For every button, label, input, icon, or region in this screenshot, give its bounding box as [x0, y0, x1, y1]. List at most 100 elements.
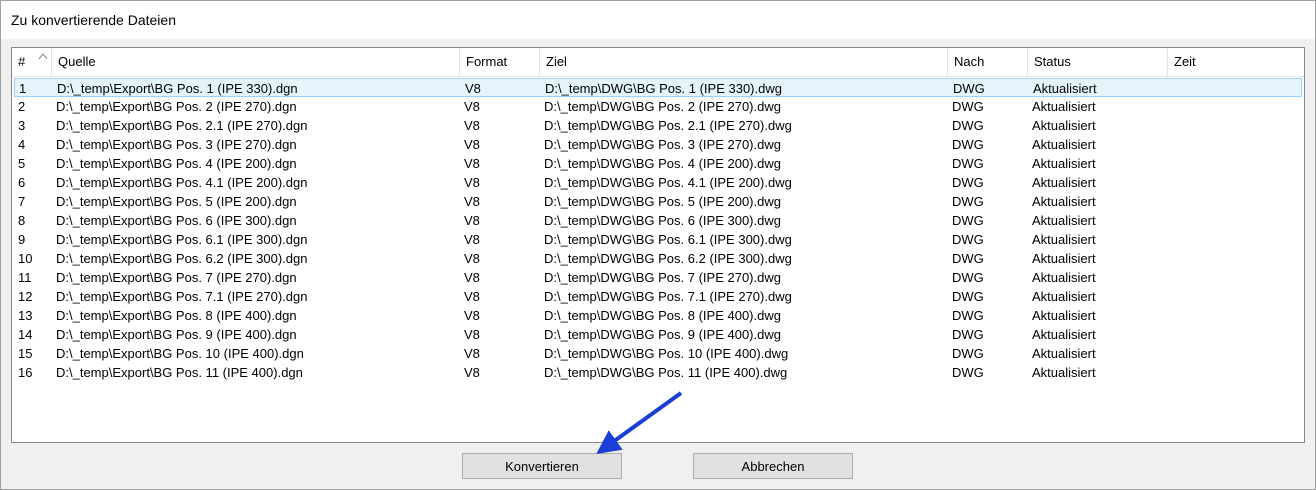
cell-source: D:\_temp\Export\BG Pos. 11 (IPE 400).dgn [56, 365, 303, 380]
title-bar: Zu konvertierende Dateien [1, 1, 1315, 39]
cell-source: D:\_temp\Export\BG Pos. 6 (IPE 300).dgn [56, 213, 297, 228]
cell-status: Aktualisiert [1032, 289, 1096, 304]
cell-num: 6 [18, 175, 26, 190]
cell-time [1173, 79, 1297, 98]
cell-status: Aktualisiert [1032, 327, 1096, 342]
cell-source: D:\_temp\Export\BG Pos. 8 (IPE 400).dgn [56, 308, 297, 323]
cell-target: D:\_temp\DWG\BG Pos. 2.1 (IPE 270).dwg [544, 118, 792, 133]
cell-num: 14 [18, 327, 33, 342]
table-row[interactable]: 14 D:\_temp\Export\BG Pos. 9 (IPE 400).dg… [14, 325, 1302, 344]
file-list[interactable]: # Quelle Format Ziel Nach Status Zeit 1 D… [11, 47, 1305, 443]
cell-status: Aktualisiert [1033, 81, 1097, 96]
cell-source: D:\_temp\Export\BG Pos. 3 (IPE 270).dgn [56, 137, 297, 152]
cell-source: D:\_temp\Export\BG Pos. 5 (IPE 200).dgn [56, 194, 297, 209]
cell-format: V8 [464, 251, 480, 266]
cell-status: Aktualisiert [1032, 175, 1096, 190]
cell-format: V8 [464, 346, 480, 361]
cell-source: D:\_temp\Export\BG Pos. 7 (IPE 270).dgn [56, 270, 297, 285]
cell-source: D:\_temp\Export\BG Pos. 2.1 (IPE 270).dg… [56, 118, 308, 133]
cell-target: D:\_temp\DWG\BG Pos. 5 (IPE 200).dwg [544, 194, 781, 209]
cell-time [1172, 268, 1296, 287]
cell-to: DWG [952, 137, 984, 152]
column-header-format[interactable]: Format [460, 48, 540, 76]
cell-format: V8 [464, 137, 480, 152]
cell-format: V8 [464, 156, 480, 171]
table-row[interactable]: 7 D:\_temp\Export\BG Pos. 5 (IPE 200).dgn… [14, 192, 1302, 211]
cell-source: D:\_temp\Export\BG Pos. 1 (IPE 330).dgn [57, 81, 298, 96]
cell-format: V8 [464, 365, 480, 380]
cell-time [1172, 211, 1296, 230]
cell-source: D:\_temp\Export\BG Pos. 10 (IPE 400).dgn [56, 346, 304, 361]
cell-time [1172, 97, 1296, 116]
column-header-to[interactable]: Nach [948, 48, 1028, 76]
cell-num: 1 [19, 81, 27, 96]
cell-time [1172, 116, 1296, 135]
cell-source: D:\_temp\Export\BG Pos. 6.2 (IPE 300).dg… [56, 251, 308, 266]
cell-format: V8 [465, 81, 481, 96]
cell-source: D:\_temp\Export\BG Pos. 4 (IPE 200).dgn [56, 156, 297, 171]
table-row[interactable]: 6 D:\_temp\Export\BG Pos. 4.1 (IPE 200).d… [14, 173, 1302, 192]
table-row[interactable]: 3 D:\_temp\Export\BG Pos. 2.1 (IPE 270).d… [14, 116, 1302, 135]
cell-target: D:\_temp\DWG\BG Pos. 4.1 (IPE 200).dwg [544, 175, 792, 190]
table-row[interactable]: 13 D:\_temp\Export\BG Pos. 8 (IPE 400).dg… [14, 306, 1302, 325]
cell-status: Aktualisiert [1032, 99, 1096, 114]
cell-status: Aktualisiert [1032, 118, 1096, 133]
table-row[interactable]: 16 D:\_temp\Export\BG Pos. 11 (IPE 400).d… [14, 363, 1302, 382]
table-row[interactable]: 9 D:\_temp\Export\BG Pos. 6.1 (IPE 300).d… [14, 230, 1302, 249]
cell-target: D:\_temp\DWG\BG Pos. 3 (IPE 270).dwg [544, 137, 781, 152]
table-row[interactable]: 2 D:\_temp\Export\BG Pos. 2 (IPE 270).dgn… [14, 97, 1302, 116]
cell-to: DWG [952, 232, 984, 247]
cell-time [1172, 344, 1296, 363]
cell-to: DWG [952, 156, 984, 171]
cell-source: D:\_temp\Export\BG Pos. 6.1 (IPE 300).dg… [56, 232, 308, 247]
column-header-time[interactable]: Zeit [1168, 48, 1304, 76]
cell-target: D:\_temp\DWG\BG Pos. 6.2 (IPE 300).dwg [544, 251, 792, 266]
table-row[interactable]: 8 D:\_temp\Export\BG Pos. 6 (IPE 300).dgn… [14, 211, 1302, 230]
cell-num: 12 [18, 289, 33, 304]
cell-target: D:\_temp\DWG\BG Pos. 7 (IPE 270).dwg [544, 270, 781, 285]
cell-time [1172, 230, 1296, 249]
table-row[interactable]: 1 D:\_temp\Export\BG Pos. 1 (IPE 330).dgn… [14, 78, 1302, 97]
cell-to: DWG [952, 194, 984, 209]
table-row[interactable]: 5 D:\_temp\Export\BG Pos. 4 (IPE 200).dgn… [14, 154, 1302, 173]
cell-to: DWG [952, 327, 984, 342]
table-row[interactable]: 11 D:\_temp\Export\BG Pos. 7 (IPE 270).dg… [14, 268, 1302, 287]
cell-time [1172, 192, 1296, 211]
cell-time [1172, 363, 1296, 382]
column-header-num-label: # [18, 54, 26, 69]
cell-status: Aktualisiert [1032, 308, 1096, 323]
cell-time [1172, 287, 1296, 306]
column-header-num[interactable]: # [12, 48, 52, 76]
cell-target: D:\_temp\DWG\BG Pos. 7.1 (IPE 270).dwg [544, 289, 792, 304]
cell-source: D:\_temp\Export\BG Pos. 9 (IPE 400).dgn [56, 327, 297, 342]
cell-target: D:\_temp\DWG\BG Pos. 11 (IPE 400).dwg [544, 365, 788, 380]
table-row[interactable]: 10 D:\_temp\Export\BG Pos. 6.2 (IPE 300).… [14, 249, 1302, 268]
cell-status: Aktualisiert [1032, 346, 1096, 361]
dialog-window: Zu konvertierende Dateien # Quelle Forma… [0, 0, 1316, 490]
sort-ascending-icon [38, 53, 48, 60]
table-row[interactable]: 12 D:\_temp\Export\BG Pos. 7.1 (IPE 270).… [14, 287, 1302, 306]
cell-to: DWG [952, 118, 984, 133]
cell-format: V8 [464, 232, 480, 247]
table-row[interactable]: 15 D:\_temp\Export\BG Pos. 10 (IPE 400).d… [14, 344, 1302, 363]
cancel-button[interactable]: Abbrechen [693, 453, 853, 479]
cell-to: DWG [952, 308, 984, 323]
cell-status: Aktualisiert [1032, 194, 1096, 209]
cell-target: D:\_temp\DWG\BG Pos. 6.1 (IPE 300).dwg [544, 232, 792, 247]
cell-target: D:\_temp\DWG\BG Pos. 10 (IPE 400).dwg [544, 346, 789, 361]
column-header-status[interactable]: Status [1028, 48, 1168, 76]
cell-target: D:\_temp\DWG\BG Pos. 1 (IPE 330).dwg [545, 81, 782, 96]
cell-num: 10 [18, 251, 33, 266]
cell-format: V8 [464, 99, 480, 114]
cell-num: 7 [18, 194, 26, 209]
cell-num: 9 [18, 232, 26, 247]
cell-target: D:\_temp\DWG\BG Pos. 8 (IPE 400).dwg [544, 308, 781, 323]
column-header-source[interactable]: Quelle [52, 48, 460, 76]
cell-to: DWG [952, 289, 984, 304]
table-row[interactable]: 4 D:\_temp\Export\BG Pos. 3 (IPE 270).dgn… [14, 135, 1302, 154]
cell-status: Aktualisiert [1032, 251, 1096, 266]
convert-button[interactable]: Konvertieren [462, 453, 622, 479]
cell-status: Aktualisiert [1032, 365, 1096, 380]
cell-format: V8 [464, 118, 480, 133]
column-header-target[interactable]: Ziel [540, 48, 948, 76]
